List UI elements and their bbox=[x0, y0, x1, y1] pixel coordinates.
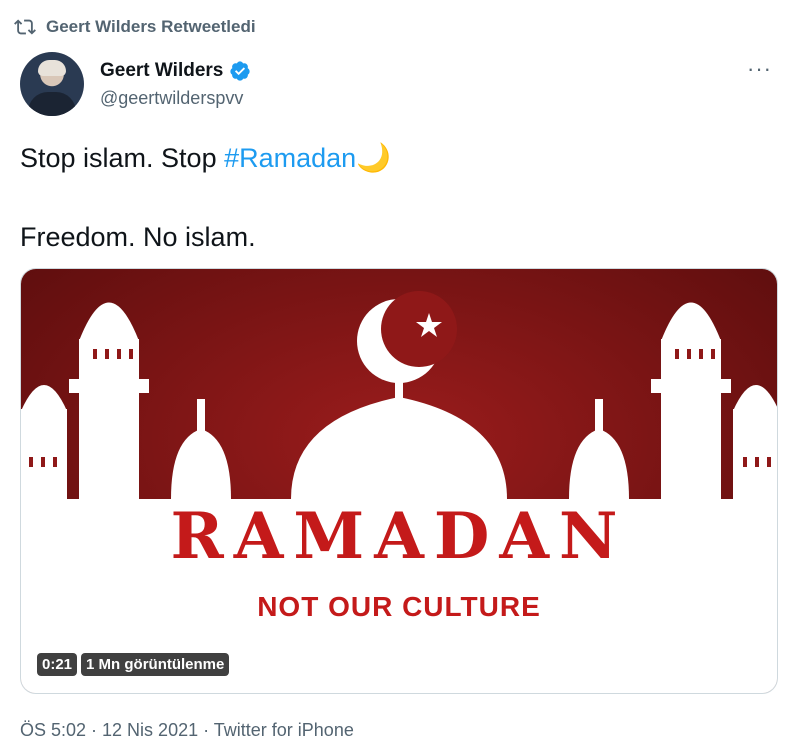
retweet-header[interactable]: Geert Wilders Retweetledi bbox=[14, 16, 256, 38]
retweet-icon bbox=[14, 19, 36, 35]
media-badges: 0:21 1 Mn görüntülenme bbox=[37, 653, 230, 676]
retweet-label: Geert Wilders Retweetledi bbox=[46, 17, 256, 36]
author-handle[interactable]: @geertwilderspvv bbox=[100, 88, 251, 109]
mosque-illustration bbox=[21, 269, 777, 693]
media-video[interactable]: RAMADAN NOT OUR CULTURE 0:21 1 Mn görünt… bbox=[20, 268, 778, 694]
more-options-icon[interactable]: ··· bbox=[747, 56, 772, 82]
media-subtitle: NOT OUR CULTURE bbox=[257, 591, 541, 622]
tweet-text: Stop islam. Stop #Ramadan🌙 Freedom. No i… bbox=[20, 140, 391, 255]
crescent-moon-icon: 🌙 bbox=[356, 142, 392, 173]
avatar[interactable] bbox=[20, 52, 84, 116]
tweet-timestamp[interactable]: ÖS 5:02 · 12 Nis 2021 · Twitter for iPho… bbox=[20, 720, 354, 741]
tweet-text-part: Stop islam. Stop bbox=[20, 143, 225, 173]
tweet-line-1: Stop islam. Stop #Ramadan🌙 bbox=[20, 140, 391, 176]
verified-badge-icon bbox=[230, 60, 250, 81]
author-block[interactable]: Geert Wilders @geertwilderspvv bbox=[20, 52, 251, 116]
view-count-badge: 1 Mn görüntülenme bbox=[81, 653, 230, 676]
tweet-line-2: Freedom. No islam. bbox=[20, 222, 256, 253]
media-title: RAMADAN bbox=[170, 499, 628, 574]
hashtag-link[interactable]: #Ramadan bbox=[224, 143, 356, 173]
author-name[interactable]: Geert Wilders bbox=[100, 60, 223, 82]
video-duration-badge: 0:21 bbox=[37, 653, 78, 676]
